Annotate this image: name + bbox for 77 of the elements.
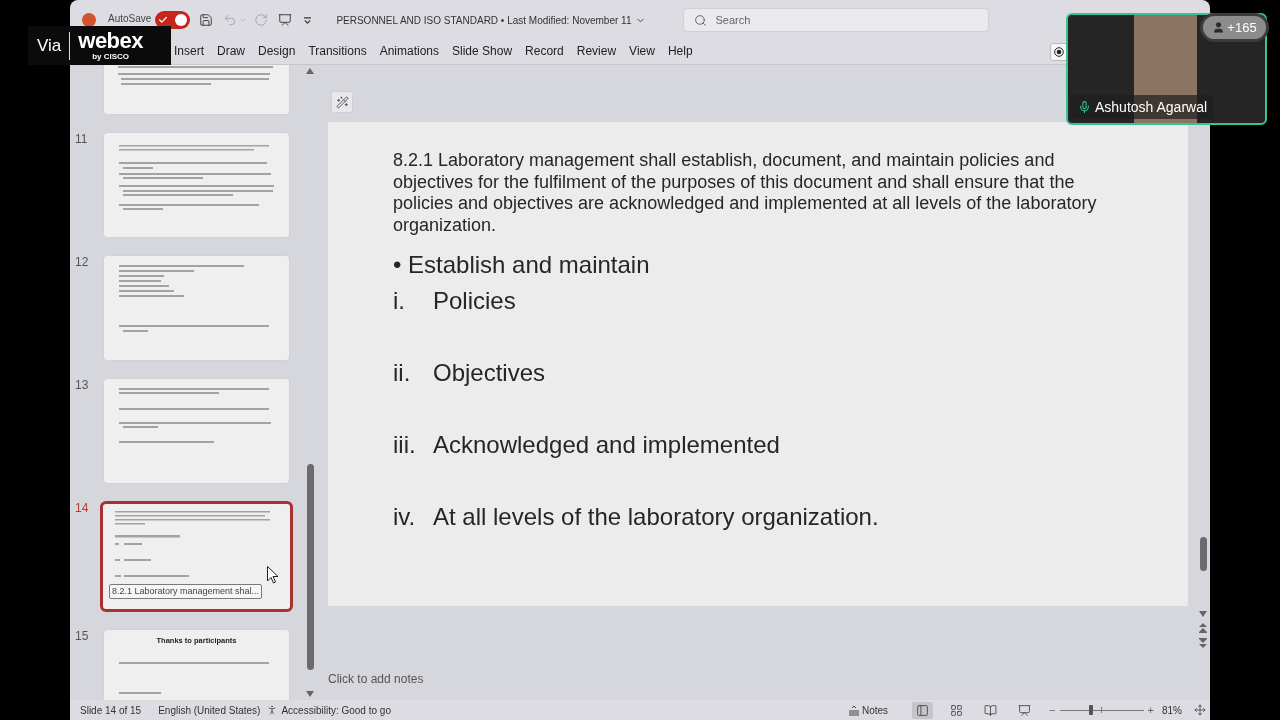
slide-thumbnail[interactable]: [103, 378, 290, 484]
slide-number: 12: [75, 255, 90, 271]
four-arrows-icon[interactable]: [1194, 704, 1206, 716]
brand-tagline: by CISCO: [92, 52, 130, 61]
scroll-up-icon[interactable]: [306, 68, 314, 74]
app-icon: [82, 13, 96, 27]
search-field[interactable]: Search: [683, 8, 990, 32]
slide-bullet: • Establish and maintain: [393, 252, 650, 278]
language-label[interactable]: English (United States): [158, 702, 261, 718]
tooltip: 8.2.1 Laboratory management shal...: [109, 584, 263, 599]
list-item-text: Policies: [433, 288, 516, 314]
slide-counter: Slide 14 of 15: [80, 703, 142, 718]
search-placeholder: Search: [715, 12, 751, 28]
list-item-text: At all levels of the laboratory organization.: [433, 504, 879, 530]
notes-field[interactable]: Click to add notes: [328, 670, 528, 688]
slide-thumbnail[interactable]: 8.2.1 Laboratory management shal...: [100, 501, 293, 612]
scrollbar-thumb[interactable]: [1199, 537, 1207, 571]
slide-number: 15: [75, 629, 90, 645]
next-slide-icon[interactable]: [1199, 638, 1207, 648]
zoom-out-button[interactable]: −: [1049, 701, 1056, 719]
document-title-button[interactable]: PERSONNEL AND ISO STANDARD • Last Modified: November 11: [336, 12, 647, 28]
grid-view-icon: [950, 703, 964, 717]
designer-button[interactable]: [331, 91, 353, 113]
ribbon-tab[interactable]: View: [629, 42, 655, 62]
search-icon: [694, 13, 708, 27]
autosave-label: AutoSave: [108, 13, 152, 25]
ribbon-tab[interactable]: Review: [576, 42, 617, 62]
wand-icon: [335, 95, 349, 109]
list-numeral: iv.: [393, 504, 417, 530]
zoom-percent[interactable]: 81%: [1162, 702, 1182, 718]
slide-paragraph: 8.2.1 Laboratory management shall establish, document, and maintain policies and objectives for the fulfilment of the purposes of this document and shall ensure that the policies and objectives are acknowledged and implemented at all levels of the laboratory organization.: [393, 150, 1098, 236]
book-icon: [984, 703, 998, 717]
check-icon: [158, 15, 169, 25]
presentation-icon: [1018, 703, 1032, 717]
slide-thumbnail[interactable]: [103, 65, 290, 115]
slide-thumbnail[interactable]: [103, 132, 290, 238]
previous-slide-icon[interactable]: [1199, 623, 1207, 633]
slide-number: 11: [75, 132, 89, 148]
slide-number: 13: [75, 378, 90, 394]
list-numeral: iii.: [393, 432, 417, 458]
slide-thumbnail[interactable]: [103, 255, 290, 361]
ribbon-tab[interactable]: Slide Show: [452, 42, 513, 62]
zoom-in-button[interactable]: +: [1147, 701, 1154, 719]
microphone-icon: [1078, 100, 1091, 114]
scroll-down-icon[interactable]: [306, 691, 314, 697]
record-icon: [1054, 47, 1064, 57]
scrollbar-thumb[interactable]: [306, 464, 314, 670]
ribbon-tab[interactable]: Insert: [174, 42, 204, 62]
notes-icon: [848, 704, 860, 716]
presentation-icon[interactable]: [278, 13, 293, 27]
slide-number: 14: [75, 501, 90, 517]
ribbon-tab[interactable]: Animations: [379, 42, 439, 62]
normal-view-icon: [916, 703, 930, 717]
participant-name: Ashutosh Agarwal: [1095, 98, 1208, 116]
via-label: Via: [37, 35, 62, 56]
brand-wordmark: webex: [78, 30, 144, 52]
list-numeral: i.: [393, 288, 406, 314]
person-icon: [1212, 21, 1226, 34]
save-icon[interactable]: [199, 13, 214, 27]
ribbon-tab[interactable]: Design: [258, 42, 296, 62]
ribbon-tab[interactable]: Draw: [217, 42, 246, 62]
ribbon-tab[interactable]: Transitions: [308, 42, 367, 62]
notes-button[interactable]: Notes: [848, 702, 889, 718]
accessibility-button[interactable]: Accessibility: Good to go: [266, 702, 391, 718]
dropdown-caret-icon[interactable]: [303, 16, 313, 24]
view-button[interactable]: [912, 701, 934, 719]
list-item-text: Objectives: [433, 360, 546, 386]
list-numeral: ii.: [393, 360, 412, 386]
autosave-toggle[interactable]: [155, 11, 191, 29]
toggle-knob: [175, 14, 188, 26]
ribbon-tab[interactable]: Help: [667, 42, 693, 62]
zoom-slider-thumb[interactable]: [1089, 705, 1094, 715]
scroll-down-icon[interactable]: [1199, 611, 1207, 617]
cursor-icon: [267, 566, 279, 584]
zoom-slider[interactable]: [1059, 704, 1144, 716]
list-item-text: Acknowledged and implemented: [433, 432, 780, 458]
ribbon-tab[interactable]: Record: [525, 42, 564, 62]
